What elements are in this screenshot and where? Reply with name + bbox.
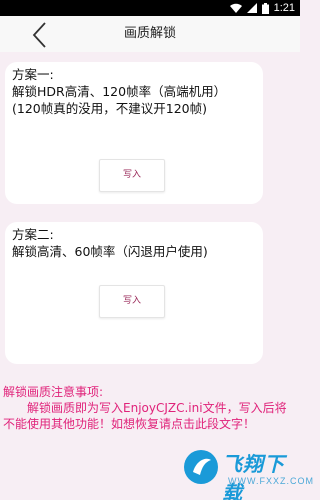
watermark-url: WWW.FXXZ.COM xyxy=(228,476,314,486)
battery-icon xyxy=(261,2,269,14)
plan-card-2: 方案二: 解锁高清、60帧率（闪退用户使用) 写入 xyxy=(5,222,263,364)
watermark-title: 飞翔下载 xyxy=(222,452,285,500)
watermark-logo-icon xyxy=(184,450,218,484)
status-bar: 1:21 xyxy=(0,0,300,16)
plan-1-write-button[interactable]: 写入 xyxy=(99,159,165,192)
title-bar: 画质解锁 xyxy=(0,16,300,52)
plan-1-description: 方案一: 解锁HDR高清、120帧率（高端机用） (120帧真的没用，不建议开1… xyxy=(12,67,227,116)
notice-title: 解锁画质注意事项: xyxy=(3,385,104,399)
notice-section: 解锁画质注意事项: 解锁画质即为写入EnjoyCJZC.ini文件，写入后将不能… xyxy=(3,384,297,432)
notice-restore-text[interactable]: 解锁画质即为写入EnjoyCJZC.ini文件，写入后将不能使用其他功能！如想恢… xyxy=(3,400,297,432)
plan-2-write-button[interactable]: 写入 xyxy=(99,285,165,318)
signal-icon xyxy=(246,3,257,13)
page-title: 画质解锁 xyxy=(123,26,176,41)
clock: 1:21 xyxy=(273,2,295,14)
plan-2-description: 方案二: 解锁高清、60帧率（闪退用户使用) xyxy=(12,227,208,259)
plan-card-1: 方案一: 解锁HDR高清、120帧率（高端机用） (120帧真的没用，不建议开1… xyxy=(5,62,263,204)
watermark: 飞翔下载 WWW.FXXZ.COM xyxy=(182,444,313,500)
wifi-icon xyxy=(229,3,242,13)
